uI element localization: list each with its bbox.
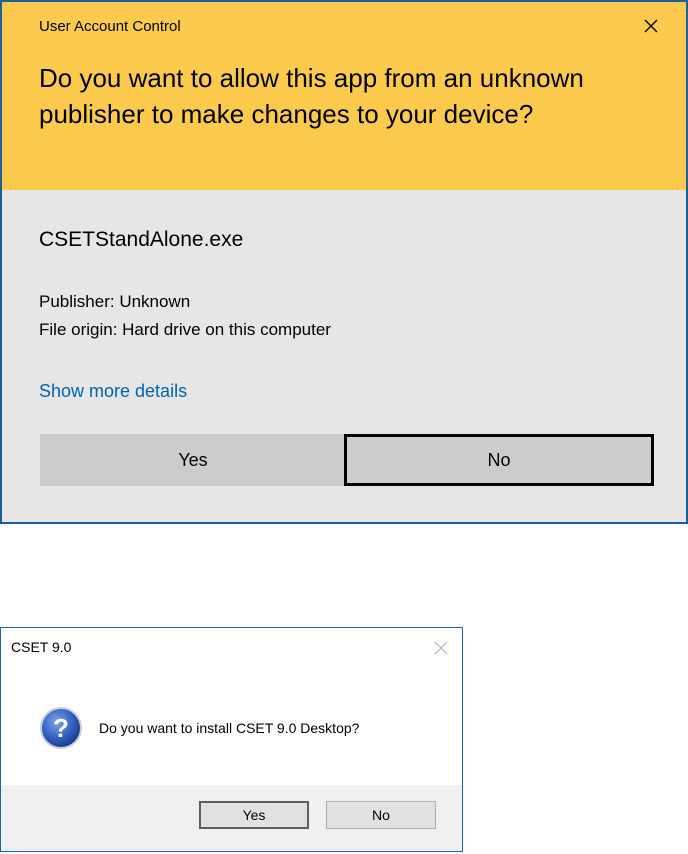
uac-app-name: CSETStandAlone.exe: [39, 228, 244, 251]
cset-message: Do you want to install CSET 9.0 Desktop?: [99, 720, 360, 736]
show-more-details-link[interactable]: Show more details: [39, 381, 187, 402]
cset-install-dialog: CSET 9.0 ? Do you want to install CSET 9…: [0, 627, 463, 852]
close-icon: [434, 641, 448, 655]
question-icon: ?: [40, 707, 82, 749]
uac-no-button[interactable]: No: [344, 434, 654, 486]
svg-text:?: ?: [53, 713, 69, 743]
cset-window-title: CSET 9.0: [11, 639, 72, 655]
uac-publisher: Publisher: Unknown: [39, 292, 191, 311]
cset-yes-button[interactable]: Yes: [199, 801, 309, 829]
uac-close-button[interactable]: [636, 11, 666, 41]
cset-button-bar: Yes No: [1, 785, 462, 851]
cset-close-button[interactable]: [432, 639, 450, 657]
cset-no-button[interactable]: No: [326, 801, 436, 829]
close-icon: [644, 19, 658, 33]
uac-yes-button[interactable]: Yes: [40, 434, 346, 486]
uac-header: User Account Control Do you want to allo…: [2, 2, 686, 190]
uac-dialog: User Account Control Do you want to allo…: [0, 0, 688, 524]
uac-window-title: User Account Control: [39, 18, 181, 35]
uac-question-heading: Do you want to allow this app from an un…: [39, 63, 584, 129]
uac-file-origin: File origin: Hard drive on this computer: [39, 320, 331, 339]
